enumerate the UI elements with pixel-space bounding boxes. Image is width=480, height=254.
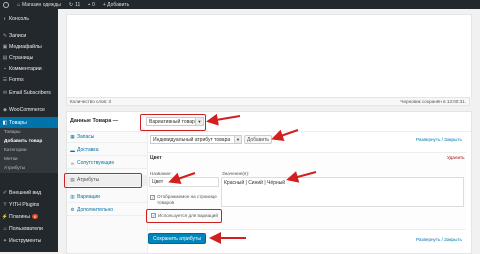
- arrow-to-name-field: [168, 172, 196, 185]
- arrow-to-product-type: [206, 113, 241, 126]
- arrow-to-add-button: [271, 129, 299, 142]
- annotation-arrows: [168, 113, 317, 244]
- arrow-to-values-field: [286, 171, 317, 183]
